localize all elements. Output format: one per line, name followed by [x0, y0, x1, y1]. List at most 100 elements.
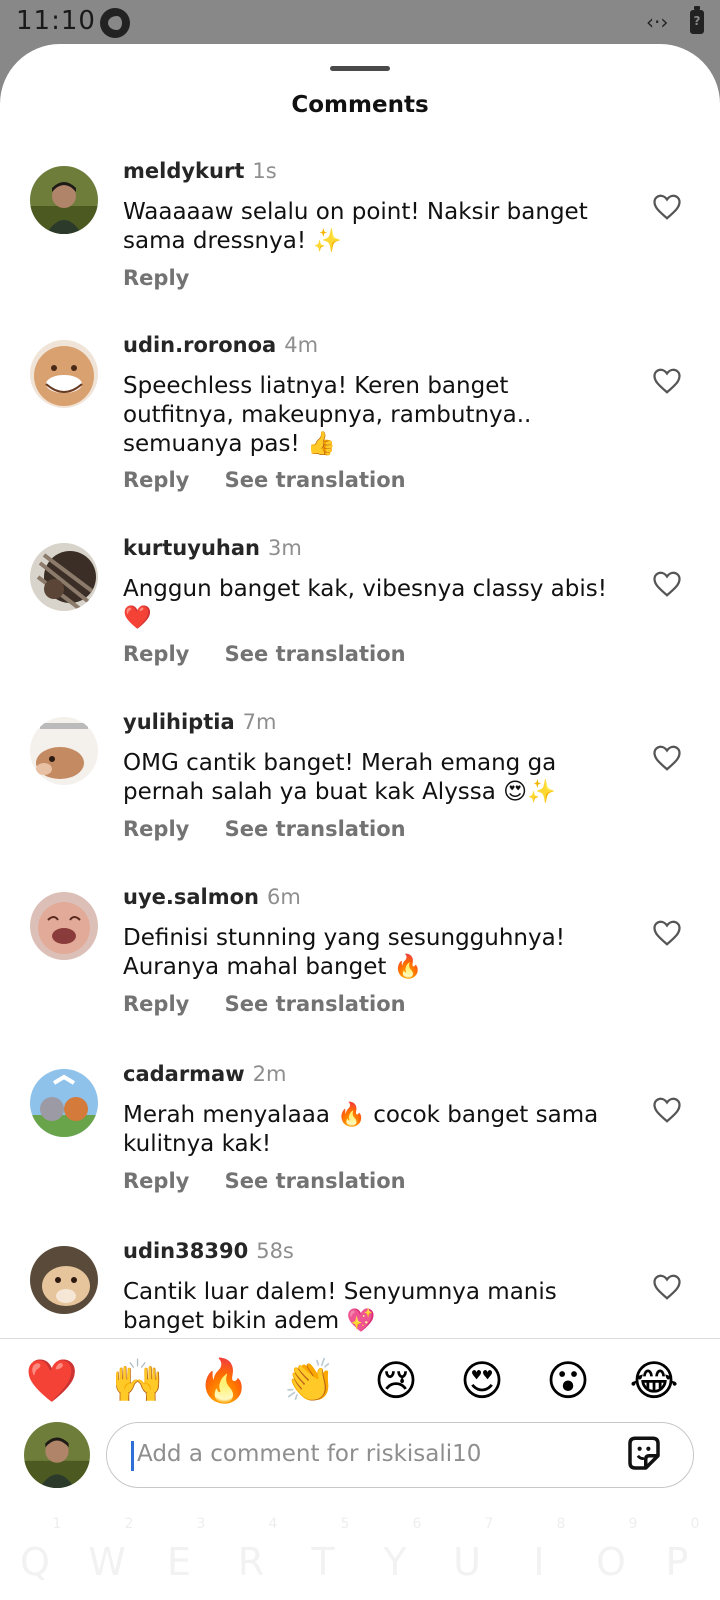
comment-header: cadarmaw 2m [123, 1062, 286, 1086]
see-translation-button[interactable]: See translation [225, 642, 406, 666]
comment-time: 4m [284, 333, 319, 357]
quick-reaction-bar: ❤️ 🙌 🔥 👏 😢 😍 😮 😂 [0, 1338, 720, 1422]
avatar[interactable] [30, 892, 98, 960]
comment-header: uye.salmon 6m [123, 885, 301, 909]
reaction-raising-hands-button[interactable]: 🙌 [110, 1355, 166, 1407]
comment-input[interactable]: Add a comment for riskisali10 [106, 1422, 694, 1488]
comment-actions: Reply See translation [123, 642, 434, 666]
reaction-surprised-button[interactable]: 😮 [540, 1355, 596, 1407]
comment-username[interactable]: udin38390 [123, 1239, 248, 1263]
key-p[interactable]: P [652, 1540, 702, 1584]
comment-item: kurtuyuhan 3m Anggun banget kak, vibesnya… [0, 533, 720, 711]
comment-username[interactable]: yulihiptia [123, 710, 235, 734]
comment-username[interactable]: kurtuyuhan [123, 536, 260, 560]
key-number-hint: 8 [556, 1516, 566, 1532]
comment-header: udin38390 58s [123, 1239, 294, 1263]
reaction-fire-button[interactable]: 🔥 [196, 1355, 252, 1407]
see-translation-button[interactable]: See translation [225, 468, 406, 492]
key-q[interactable]: Q [10, 1540, 60, 1584]
comment-username[interactable]: meldykurt [123, 159, 244, 183]
avatar[interactable] [30, 543, 98, 611]
drag-handle[interactable] [330, 66, 390, 71]
avatar[interactable] [30, 717, 98, 785]
data-transfer-icon: ‹·› [646, 10, 669, 34]
heart-icon[interactable] [652, 1272, 682, 1302]
key-e[interactable]: E [154, 1540, 204, 1584]
key-number-hint: 3 [196, 1516, 206, 1532]
reply-button[interactable]: Reply [123, 266, 189, 290]
key-r[interactable]: R [226, 1540, 276, 1584]
key-number-hint: 2 [124, 1516, 134, 1532]
comment-actions: Reply See translation [123, 468, 434, 492]
key-w[interactable]: W [82, 1540, 132, 1584]
comment-text: Cantik luar dalem! Senyumnya manis bange… [123, 1279, 557, 1334]
comment-username[interactable]: udin.roronoa [123, 333, 276, 357]
see-translation-button[interactable]: See translation [225, 817, 406, 841]
comment-actions: Reply See translation [123, 1169, 434, 1193]
reply-button[interactable]: Reply [123, 468, 189, 492]
reaction-crying-button[interactable]: 😢 [368, 1355, 424, 1407]
key-y[interactable]: Y [370, 1540, 420, 1584]
comment-username[interactable]: cadarmaw [123, 1062, 245, 1086]
avatar[interactable] [30, 1069, 98, 1137]
comment-header: kurtuyuhan 3m [123, 536, 302, 560]
comment-header: yulihiptia 7m [123, 710, 276, 734]
comment-text: OMG cantik banget! Merah emang ga pernah… [123, 750, 557, 805]
reaction-clap-button[interactable]: 👏 [282, 1355, 338, 1407]
battery-icon: ? [690, 6, 704, 34]
key-number-hint: 9 [628, 1516, 638, 1532]
comment-time: 7m [242, 710, 277, 734]
comment-text: Waaaaaw selalu on point! Naksir banget s… [123, 199, 588, 254]
comment-item: udin.roronoa 4m Speechless liatnya! Keren… [0, 330, 720, 508]
heart-icon[interactable] [652, 366, 682, 396]
comment-item: cadarmaw 2m Merah menyalaaa 🔥 cocok bange… [0, 1059, 720, 1237]
status-time: 11:10 [16, 6, 96, 36]
avatar[interactable] [30, 340, 98, 408]
reaction-heart-button[interactable]: ❤️ [24, 1355, 80, 1407]
comment-item: meldykurt 1s Waaaaaw selalu on point! Nak… [0, 156, 720, 334]
comment-header: meldykurt 1s [123, 159, 277, 183]
reply-button[interactable]: Reply [123, 642, 189, 666]
keyboard: 1 Q 2 W 3 E 4 R 5 T 6 Y 7 U 8 I 9 O 0 P [0, 1512, 720, 1600]
comment-time: 2m [252, 1062, 287, 1086]
heart-icon[interactable] [652, 918, 682, 948]
key-number-hint: 7 [484, 1516, 494, 1532]
comment-time: 3m [267, 536, 302, 560]
comment-time: 6m [267, 885, 301, 909]
key-i[interactable]: I [514, 1540, 564, 1584]
comment-username[interactable]: uye.salmon [123, 885, 259, 909]
see-translation-button[interactable]: See translation [225, 1169, 406, 1193]
avatar[interactable] [30, 1246, 98, 1314]
comments-sheet: Comments meldykurt 1s Waaaaaw selalu on p… [0, 44, 720, 1600]
avatar[interactable] [30, 166, 98, 234]
comment-text: Speechless liatnya! Keren banget outfitn… [123, 373, 532, 457]
key-t[interactable]: T [298, 1540, 348, 1584]
key-number-hint: 0 [690, 1516, 700, 1532]
comment-actions: Reply See translation [123, 817, 434, 841]
reply-button[interactable]: Reply [123, 817, 189, 841]
comment-text: Definisi stunning yang sesungguhnya! Aur… [123, 925, 565, 980]
reaction-heart-eyes-button[interactable]: 😍 [454, 1355, 510, 1407]
see-translation-button[interactable]: See translation [225, 992, 406, 1016]
heart-icon[interactable] [652, 569, 682, 599]
sheet-title: Comments [291, 92, 429, 118]
key-o[interactable]: O [586, 1540, 636, 1584]
reply-button[interactable]: Reply [123, 1169, 189, 1193]
comment-text: Merah menyalaaa 🔥 cocok banget sama kuli… [123, 1102, 599, 1157]
comment-item: uye.salmon 6m Definisi stunning yang sesu… [0, 882, 720, 1060]
reaction-laughing-button[interactable]: 😂 [626, 1355, 682, 1407]
reply-button[interactable]: Reply [123, 992, 189, 1016]
user-avatar [24, 1422, 90, 1488]
comments-list[interactable]: meldykurt 1s Waaaaaw selalu on point! Nak… [0, 156, 720, 1382]
key-number-hint: 6 [412, 1516, 422, 1532]
comment-item: yulihiptia 7m OMG cantik banget! Merah em… [0, 707, 720, 885]
heart-icon[interactable] [652, 192, 682, 222]
heart-icon[interactable] [652, 743, 682, 773]
heart-icon[interactable] [652, 1095, 682, 1125]
key-u[interactable]: U [442, 1540, 492, 1584]
sticker-icon[interactable] [623, 1433, 665, 1475]
battery-label: ? [693, 14, 701, 28]
comment-actions: Reply [123, 266, 217, 290]
key-number-hint: 4 [268, 1516, 278, 1532]
key-number-hint: 5 [340, 1516, 350, 1532]
